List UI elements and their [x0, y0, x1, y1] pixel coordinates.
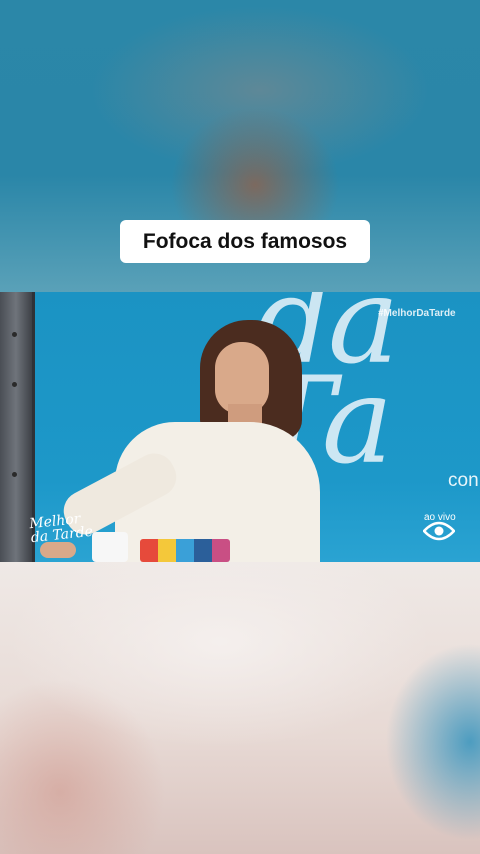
show-logo: Melhor da Tarde — [29, 511, 94, 546]
hashtag-label: #MelhorDaTarde — [378, 308, 456, 319]
video-caption: Fofoca dos famosos — [120, 220, 370, 263]
channel-eye-icon — [423, 521, 455, 541]
video-frame[interactable]: da Ta #MelhorDaTarde con Melhor da Tarde… — [0, 292, 480, 562]
desk-items — [140, 539, 230, 562]
partial-background-text: con — [448, 470, 479, 491]
blurred-background-bottom — [0, 562, 480, 854]
desk-bag — [92, 532, 128, 562]
